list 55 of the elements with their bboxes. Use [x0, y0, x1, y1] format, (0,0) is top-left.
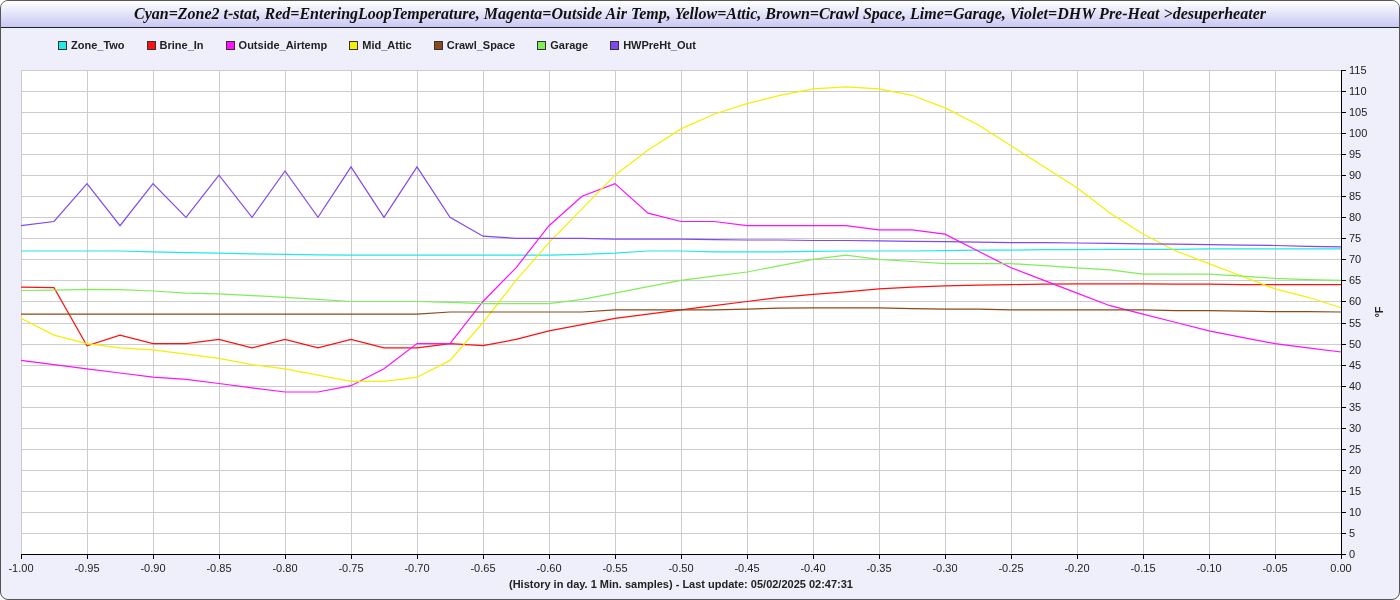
tick-label: 35	[1349, 400, 1362, 413]
tick-label: 70	[1349, 253, 1362, 266]
tick-label: 100	[1349, 127, 1368, 140]
tick-label: -0.30	[932, 562, 958, 574]
tick-label: 30	[1349, 421, 1362, 434]
tick-label: -0.40	[800, 562, 826, 574]
tick-label: -0.25	[998, 562, 1024, 574]
tick-label: 85	[1349, 190, 1362, 203]
tick-label: -0.35	[866, 562, 892, 574]
legend-label: Garage	[550, 39, 589, 51]
tick-label: 80	[1349, 211, 1362, 224]
tick-label: 60	[1349, 295, 1362, 308]
tick-label: 90	[1349, 169, 1362, 182]
legend-label: HWPreHt_Out	[623, 39, 696, 51]
legend-label: Mid_Attic	[362, 39, 412, 51]
tick-label: 25	[1349, 442, 1362, 455]
tick-label: 40	[1349, 379, 1362, 392]
x-axis-title: (History in day. 1 Min. samples) - Last update: 05/02/2025 02:47:31	[509, 578, 853, 590]
tick-label: 55	[1349, 316, 1362, 329]
tick-label: -0.70	[404, 562, 430, 574]
legend-label: Outside_Airtemp	[238, 39, 328, 51]
tick-label: 10	[1349, 505, 1362, 518]
tick-label: -0.80	[272, 562, 298, 574]
tick-label: -0.05	[1262, 562, 1288, 574]
legend-label: Crawl_Space	[446, 39, 516, 51]
tick-label: -0.50	[668, 562, 694, 574]
tick-label: -0.85	[206, 562, 232, 574]
tick-label: -0.75	[338, 562, 364, 574]
tick-label: 105	[1349, 106, 1368, 119]
tick-label: 20	[1349, 463, 1362, 476]
tick-label: -0.60	[536, 562, 562, 574]
tick-label: 45	[1349, 358, 1362, 371]
tick-label: 50	[1349, 337, 1362, 350]
legend-label: Brine_In	[159, 39, 204, 51]
tick-label: -0.90	[140, 562, 166, 574]
tick-label: 75	[1349, 232, 1362, 245]
tick-label: 110	[1349, 85, 1367, 98]
chart-title: Cyan=Zone2 t-stat, Red=EnteringLoopTemperature, Magenta=Outside Air Temp, Yellow=Attic, Brown=Crawl Space, Lime=Garage, Violet=DHW Pre-Heat >desuperheater	[134, 5, 1266, 23]
legend-label: Zone_Two	[71, 39, 125, 51]
tick-label: -1.00	[8, 562, 34, 574]
tick-label: 115	[1349, 64, 1367, 76]
tick-label: 5	[1349, 526, 1356, 539]
tick-label: 0	[1349, 548, 1356, 560]
tick-label: -0.95	[74, 562, 100, 574]
tick-label: -0.20	[1064, 562, 1090, 574]
tick-label: 0.00	[1330, 562, 1352, 574]
tick-label: -0.65	[470, 562, 496, 574]
tick-label: -0.45	[734, 562, 760, 574]
tick-label: -0.15	[1130, 562, 1156, 574]
tick-label: 15	[1349, 484, 1362, 497]
tick-label: -0.10	[1196, 562, 1222, 574]
tick-label: -0.55	[602, 562, 628, 574]
tick-label: 95	[1349, 148, 1362, 161]
tick-label: 65	[1349, 274, 1362, 287]
y-axis-title: °F	[1373, 306, 1385, 318]
